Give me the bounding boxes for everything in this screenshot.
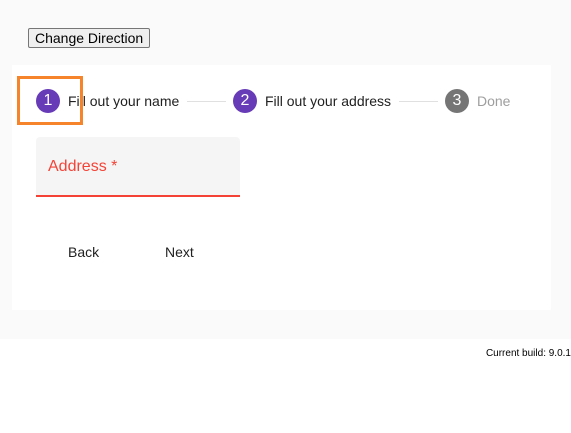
step-2-header[interactable]: 2 Fill out your address (233, 89, 391, 113)
step-3-icon: 3 (445, 89, 469, 113)
step-1-header[interactable]: 1 Fill out your name (36, 89, 179, 113)
next-button[interactable]: Next (165, 237, 194, 267)
step-connector-1 (187, 101, 226, 102)
address-field[interactable]: Address * (36, 137, 240, 197)
step-2-icon: 2 (233, 89, 257, 113)
step-1-number: 1 (43, 92, 53, 109)
step-3-header[interactable]: 3 Done (445, 89, 510, 113)
change-direction-button[interactable]: Change Direction (28, 28, 151, 48)
step-1-icon: 1 (36, 89, 60, 113)
step-connector-2 (399, 101, 438, 102)
step-2-label: Fill out your address (265, 93, 392, 109)
build-info: Current build: 9.0.1 (485, 348, 571, 359)
step-3-number: 3 (452, 92, 462, 109)
back-button[interactable]: Back (68, 237, 99, 267)
address-field-label: Address * (48, 158, 118, 175)
step-1-label: Fill out your name (68, 93, 180, 109)
step-3-label: Done (477, 93, 511, 109)
step-2-number: 2 (240, 92, 250, 109)
